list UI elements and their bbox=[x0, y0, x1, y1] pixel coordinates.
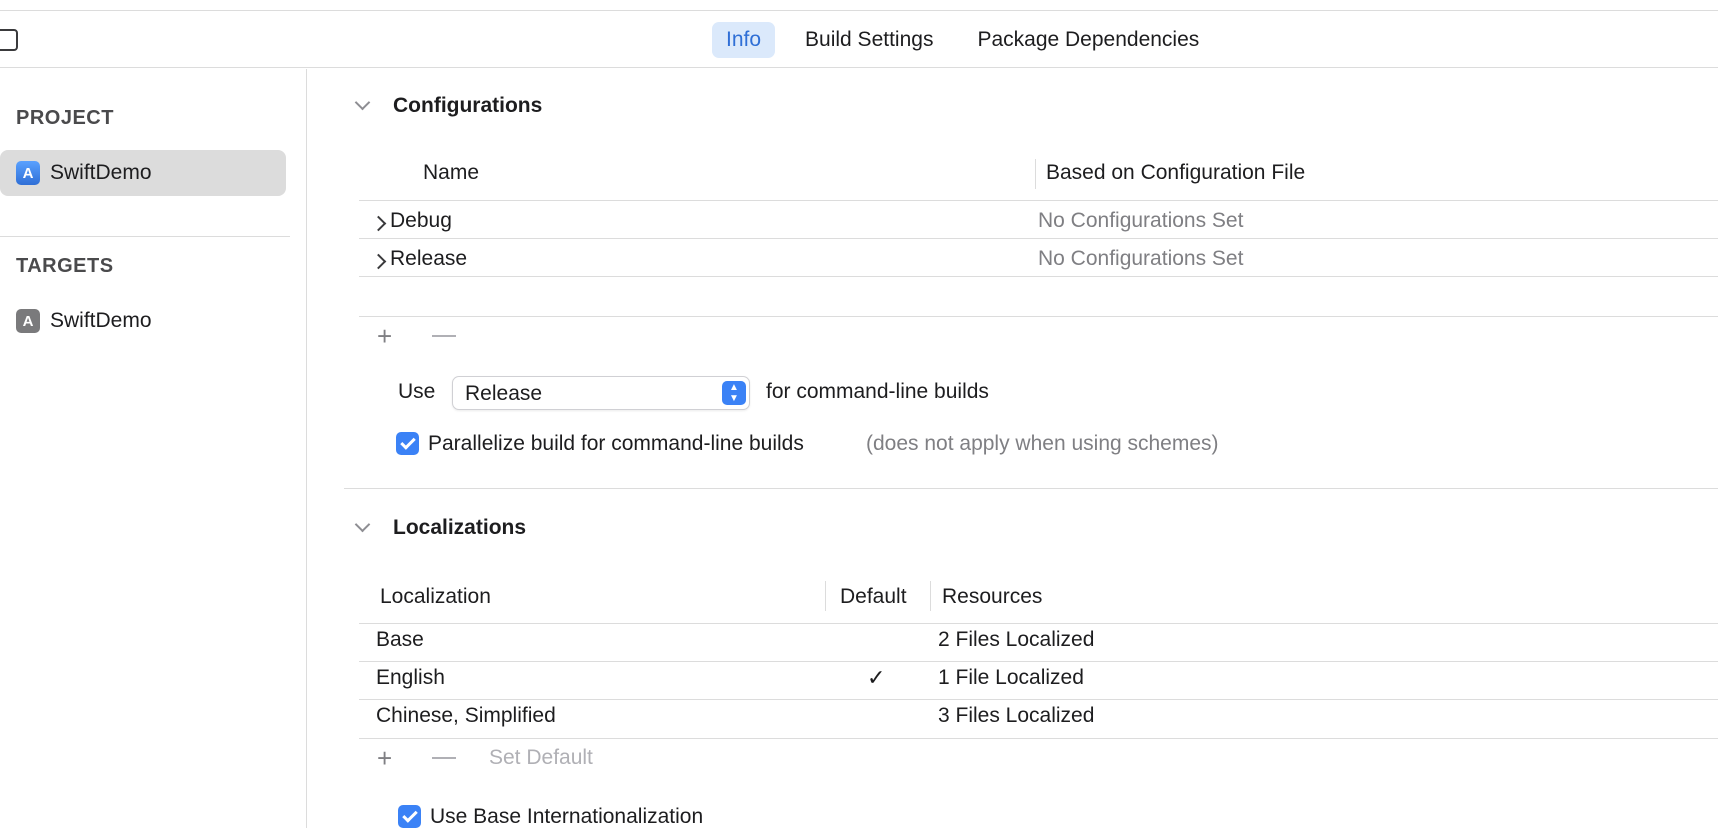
parallelize-checkbox[interactable] bbox=[396, 432, 419, 455]
localizations-section-header[interactable]: Localizations bbox=[353, 516, 526, 540]
tab-info[interactable]: Info bbox=[712, 22, 776, 58]
config-row-release-file: No Configurations Set bbox=[1038, 247, 1244, 270]
targets-heading: TARGETS bbox=[16, 255, 114, 277]
remove-localization-button[interactable] bbox=[432, 757, 456, 759]
chevron-down-icon bbox=[353, 518, 373, 538]
column-header-name[interactable]: Name bbox=[423, 161, 479, 185]
sidebar-toggle-icon[interactable] bbox=[0, 29, 18, 51]
column-header-localization[interactable]: Localization bbox=[380, 585, 491, 609]
parallelize-label[interactable]: Parallelize build for command-line build… bbox=[428, 432, 804, 456]
config-row-debug-file: No Configurations Set bbox=[1038, 209, 1244, 232]
localization-row-english-resources: 1 File Localized bbox=[938, 666, 1084, 689]
column-separator bbox=[930, 581, 931, 611]
project-heading: PROJECT bbox=[16, 107, 114, 129]
localization-row-base-name[interactable]: Base bbox=[376, 628, 424, 652]
chevron-right-icon[interactable] bbox=[372, 213, 388, 233]
select-stepper-icon: ▲ ▼ bbox=[722, 381, 746, 405]
config-row-release-name[interactable]: Release bbox=[390, 247, 467, 271]
table-header-divider bbox=[359, 623, 1718, 624]
chevron-right-icon[interactable] bbox=[372, 251, 388, 271]
project-navigator-sidebar: PROJECT A SwiftDemo TARGETS A SwiftDemo bbox=[0, 69, 307, 828]
add-configuration-button[interactable]: + bbox=[377, 323, 392, 349]
default-checkmark-icon: ✓ bbox=[867, 665, 886, 690]
xcode-project-icon: A bbox=[16, 161, 40, 185]
config-row-debug-name[interactable]: Debug bbox=[390, 209, 452, 233]
sidebar-divider bbox=[0, 236, 290, 237]
selected-config-value: Release bbox=[465, 382, 543, 405]
sidebar-item-label: SwiftDemo bbox=[50, 161, 152, 184]
sidebar-item-label: SwiftDemo bbox=[50, 309, 152, 332]
use-label: Use bbox=[398, 380, 436, 403]
table-header-divider bbox=[359, 200, 1718, 201]
project-info-editor: Configurations Name Based on Configurati… bbox=[308, 69, 1718, 828]
column-header-default[interactable]: Default bbox=[840, 585, 907, 609]
editor-tab-bar: Info Build Settings Package Dependencies bbox=[0, 11, 1718, 68]
app-target-icon: A bbox=[16, 309, 40, 333]
column-separator bbox=[1035, 159, 1036, 189]
tab-build-settings[interactable]: Build Settings bbox=[791, 22, 947, 58]
section-divider bbox=[344, 488, 1718, 489]
section-title: Configurations bbox=[393, 94, 543, 117]
column-separator bbox=[825, 581, 826, 611]
base-internationalization-label[interactable]: Use Base Internationalization bbox=[430, 805, 703, 828]
window-top-strip bbox=[0, 0, 1718, 11]
sidebar-item-target[interactable]: A SwiftDemo bbox=[0, 298, 286, 344]
add-localization-button[interactable]: + bbox=[377, 745, 392, 771]
command-line-suffix: for command-line builds bbox=[766, 380, 989, 403]
configurations-section-header[interactable]: Configurations bbox=[353, 94, 542, 118]
sidebar-item-project[interactable]: A SwiftDemo bbox=[0, 150, 286, 196]
base-internationalization-checkbox[interactable] bbox=[398, 805, 421, 828]
editor-tabs: Info Build Settings Package Dependencies bbox=[712, 20, 1229, 60]
remove-configuration-button[interactable] bbox=[432, 335, 456, 337]
chevron-down-icon bbox=[353, 96, 373, 116]
command-line-config-select[interactable]: Release ▲ ▼ bbox=[452, 376, 750, 410]
table-bottom-divider bbox=[359, 738, 1718, 739]
localization-row-chinese-resources: 3 Files Localized bbox=[938, 704, 1095, 727]
localization-row-chinese-name[interactable]: Chinese, Simplified bbox=[376, 704, 556, 728]
table-row-divider bbox=[359, 699, 1718, 700]
column-header-resources[interactable]: Resources bbox=[942, 585, 1042, 609]
parallelize-note: (does not apply when using schemes) bbox=[866, 432, 1219, 455]
localization-row-english-name[interactable]: English bbox=[376, 666, 445, 690]
table-row-divider bbox=[359, 238, 1718, 239]
table-row-divider bbox=[359, 276, 1718, 277]
set-default-button[interactable]: Set Default bbox=[489, 746, 593, 770]
tab-package-dependencies[interactable]: Package Dependencies bbox=[963, 22, 1213, 58]
table-row-divider bbox=[359, 661, 1718, 662]
table-bottom-divider bbox=[359, 316, 1718, 317]
localization-row-base-resources: 2 Files Localized bbox=[938, 628, 1095, 651]
column-header-config-file[interactable]: Based on Configuration File bbox=[1046, 161, 1305, 185]
section-title: Localizations bbox=[393, 516, 527, 539]
